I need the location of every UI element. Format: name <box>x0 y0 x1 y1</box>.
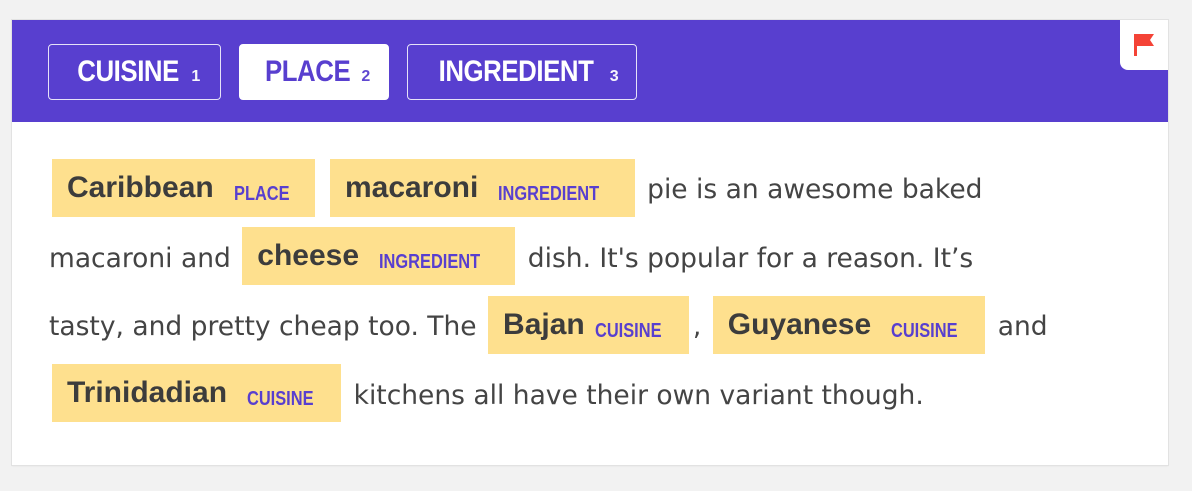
entity-text: Caribbean <box>67 170 214 204</box>
plain-text: dish. It's popular for a reason. It’s <box>527 242 974 274</box>
entity-text: cheese <box>257 239 360 272</box>
text-line: macaroni and cheese INGREDIENT dish. It's… <box>49 225 1149 294</box>
label-button-key: 1 <box>191 68 200 85</box>
flag-button[interactable] <box>1120 20 1168 70</box>
entity-text: Bajan <box>503 307 585 341</box>
entity-label: CUISINE <box>247 388 314 410</box>
entity-label: INGREDIENT <box>498 182 600 205</box>
entity-text: Guyanese <box>727 307 872 341</box>
entity-label: INGREDIENT <box>379 251 481 273</box>
label-button-text: CUISINE <box>77 55 180 88</box>
plain-text: , <box>692 311 702 342</box>
entity-label: PLACE <box>233 182 290 205</box>
text-line: Trinidadian CUISINE kitchens all have the… <box>49 362 1149 431</box>
plain-text: tasty, and pretty cheap too. The <box>49 311 477 342</box>
plain-text: and <box>997 311 1048 342</box>
entity-label: CUISINE <box>594 319 662 342</box>
label-button-cuisine[interactable]: CUISINE 1 <box>48 44 221 100</box>
flag-icon <box>1134 34 1154 56</box>
label-button-key: 3 <box>609 68 619 85</box>
entity-span[interactable]: Guyanese CUISINE <box>712 295 986 354</box>
text-line: tasty, and pretty cheap too. The Bajan CU… <box>49 293 1149 362</box>
label-button-text: INGREDIENT <box>438 55 594 88</box>
label-button-ingredient[interactable]: INGREDIENT 3 <box>407 44 637 100</box>
entity-span[interactable]: Trinidadian CUISINE <box>52 364 342 422</box>
entity-span[interactable]: Caribbean PLACE <box>52 158 315 217</box>
entity-text: Trinidadian <box>67 376 228 409</box>
text-line: Caribbean PLACE macaroni INGREDIENT pie is… <box>49 156 1149 225</box>
entity-label: CUISINE <box>891 319 958 342</box>
annotation-card: CUISINE 1 PLACE 2 INGREDIENT 3 Caribbean… <box>12 20 1168 465</box>
plain-text: macaroni and <box>49 242 231 274</box>
label-button-text: PLACE <box>265 55 351 88</box>
entity-span[interactable]: macaroni INGREDIENT <box>329 158 635 217</box>
plain-text: pie is an awesome baked <box>647 174 983 205</box>
entity-span[interactable]: Bajan CUISINE <box>488 295 689 354</box>
entity-span[interactable]: cheese INGREDIENT <box>242 227 516 285</box>
label-button-key: 2 <box>361 68 370 85</box>
annotated-text: Caribbean PLACE macaroni INGREDIENT pie is… <box>49 156 1149 430</box>
label-button-place[interactable]: PLACE 2 <box>239 44 389 100</box>
plain-text: kitchens all have their own variant thou… <box>353 379 924 411</box>
label-bar: CUISINE 1 PLACE 2 INGREDIENT 3 <box>12 20 1168 122</box>
entity-text: macaroni <box>344 170 479 204</box>
